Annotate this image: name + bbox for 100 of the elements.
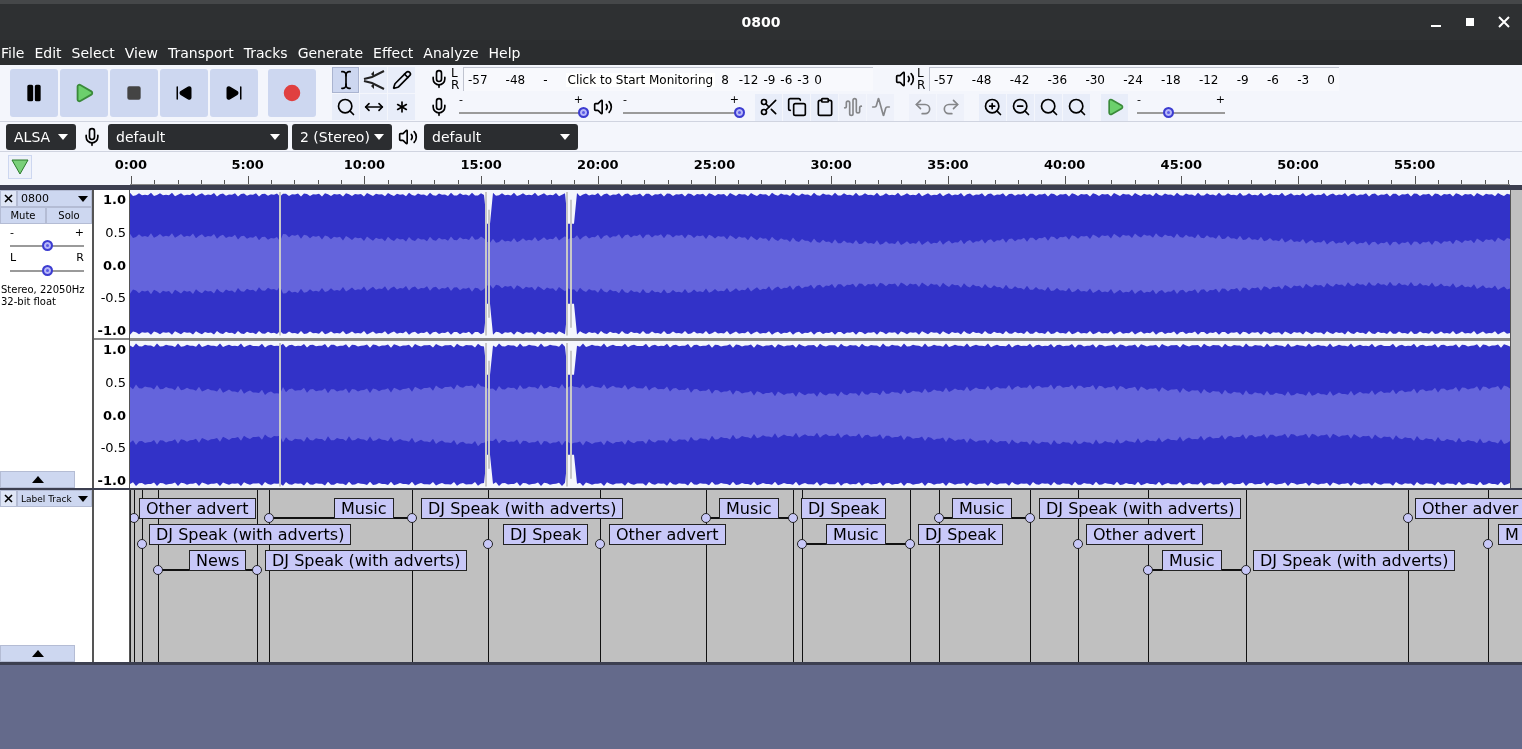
tool-button[interactable] [332, 66, 359, 93]
zoom-button[interactable] [979, 93, 1006, 121]
menu-item[interactable]: File [0, 44, 33, 61]
region-label[interactable]: DJ Speak [503, 524, 589, 545]
skip-to-start-button[interactable] [160, 69, 208, 117]
volume-slider[interactable]: - + [1131, 94, 1231, 120]
region-label[interactable]: Other advert [609, 524, 726, 545]
label-handle[interactable] [1143, 565, 1153, 575]
region-label[interactable]: Music [334, 498, 394, 519]
track-name-dropdown[interactable]: Label Track [17, 490, 92, 507]
label-handle[interactable] [701, 513, 711, 523]
meter-tick: -18 [1161, 72, 1181, 87]
region-label[interactable]: Music [719, 498, 779, 519]
region-label[interactable]: Other advert [1086, 524, 1203, 545]
region-label[interactable]: DJ Speak (with adverts) [149, 524, 352, 545]
label-handle[interactable] [1073, 539, 1083, 549]
region-label[interactable]: Music [1162, 550, 1222, 571]
stop-button[interactable] [110, 69, 158, 117]
region-label[interactable]: DJ Speak [801, 498, 887, 519]
menu-item[interactable]: Help [487, 44, 529, 61]
edit-button[interactable] [811, 93, 838, 121]
label-handle[interactable] [595, 539, 605, 549]
zoom-button[interactable] [1007, 93, 1034, 121]
label-handle[interactable] [905, 539, 915, 549]
caret-icon [270, 133, 280, 140]
region-label[interactable]: DJ Speak (with adverts) [421, 498, 624, 519]
region-label[interactable]: Other advert [139, 498, 256, 519]
label-handle[interactable] [1025, 513, 1035, 523]
menu-item[interactable]: Tracks [242, 44, 296, 61]
playback-device-dropdown[interactable]: default [424, 123, 578, 150]
ruler-time-label: 5:00 [231, 157, 264, 172]
collapse-button[interactable] [0, 645, 75, 662]
menu-item[interactable]: Analyze [422, 44, 487, 61]
play-head-button[interactable] [8, 155, 32, 179]
menu-item[interactable]: Effect [372, 44, 422, 61]
amplitude-label: 0.0 [102, 258, 126, 273]
volume-slider[interactable]: - + [617, 94, 745, 120]
recording-device-dropdown[interactable]: default [108, 123, 288, 150]
mute-button[interactable]: Mute [0, 207, 46, 224]
label-handle[interactable] [137, 539, 147, 549]
label-handle[interactable] [483, 539, 493, 549]
menu-item[interactable]: Select [70, 44, 123, 61]
menu-item[interactable]: View [123, 44, 166, 61]
region-label[interactable]: DJ Speak (with adverts) [1253, 550, 1456, 571]
slider-thumb[interactable] [734, 106, 745, 118]
label-handle[interactable] [797, 539, 807, 549]
ruler-time-label: 30:00 [810, 157, 852, 172]
menu-item[interactable]: Edit [33, 44, 70, 61]
menu-item[interactable]: Generate [296, 44, 372, 61]
meter-tick: -12 [738, 72, 759, 87]
slider-thumb[interactable] [42, 240, 53, 251]
slider-thumb[interactable] [1162, 106, 1174, 118]
volume-slider[interactable]: L R [4, 253, 90, 278]
tool-button[interactable] [388, 93, 415, 120]
audio-host-dropdown[interactable]: ALSA [6, 123, 76, 150]
meter-tick: -48 [505, 72, 526, 87]
record-button[interactable] [268, 69, 316, 117]
label-handle[interactable] [1483, 539, 1493, 549]
label-handle[interactable] [407, 513, 417, 523]
label-handle[interactable] [934, 513, 944, 523]
track-name-dropdown[interactable]: 0800 [17, 190, 92, 207]
edit-button[interactable] [755, 93, 782, 121]
region-label[interactable]: DJ Speak (with adverts) [1039, 498, 1242, 519]
label-handle[interactable] [153, 565, 163, 575]
label-handle[interactable] [788, 513, 798, 523]
skip-to-end-button[interactable] [210, 69, 258, 117]
tool-button[interactable] [360, 93, 387, 120]
close-icon [4, 494, 13, 503]
label-handle[interactable] [1241, 565, 1251, 575]
scissors-icon [758, 97, 779, 117]
meter-tick: -6 [780, 72, 793, 87]
tool-button[interactable] [332, 93, 359, 120]
tool-button[interactable] [388, 66, 415, 93]
collapse-button[interactable] [0, 471, 75, 488]
zoom-button[interactable] [1063, 93, 1090, 121]
zoom-fit-icon [1038, 97, 1059, 117]
region-label[interactable]: DJ Speak (with adverts) [265, 550, 468, 571]
label-handle[interactable] [264, 513, 274, 523]
volume-slider[interactable]: - + [453, 94, 589, 120]
region-label[interactable]: Other adver [1415, 498, 1522, 519]
menu-item[interactable]: Transport [167, 44, 242, 61]
meter-tick: -24 [1123, 72, 1143, 87]
volume-slider[interactable]: - + [4, 228, 90, 253]
meter-tick: -3 [797, 72, 810, 87]
edit-button[interactable] [783, 93, 810, 121]
region-label[interactable]: Music [952, 498, 1012, 519]
label-handle[interactable] [252, 565, 262, 575]
region-label[interactable]: DJ Speak [918, 524, 1004, 545]
region-label[interactable]: M [1498, 524, 1522, 545]
channels-dropdown[interactable]: 2 (Stereo) [292, 123, 392, 150]
region-label[interactable]: News [189, 550, 247, 571]
slider-thumb[interactable] [578, 106, 589, 118]
region-label[interactable]: Music [826, 524, 886, 545]
solo-button[interactable]: Solo [46, 207, 92, 224]
play-at-speed-button[interactable] [1101, 93, 1128, 121]
zoom-button[interactable] [1035, 93, 1062, 121]
label-handle[interactable] [1403, 513, 1413, 523]
ruler-time-label: 20:00 [577, 157, 619, 172]
pause-button[interactable] [10, 69, 58, 117]
slider-thumb[interactable] [42, 265, 53, 276]
